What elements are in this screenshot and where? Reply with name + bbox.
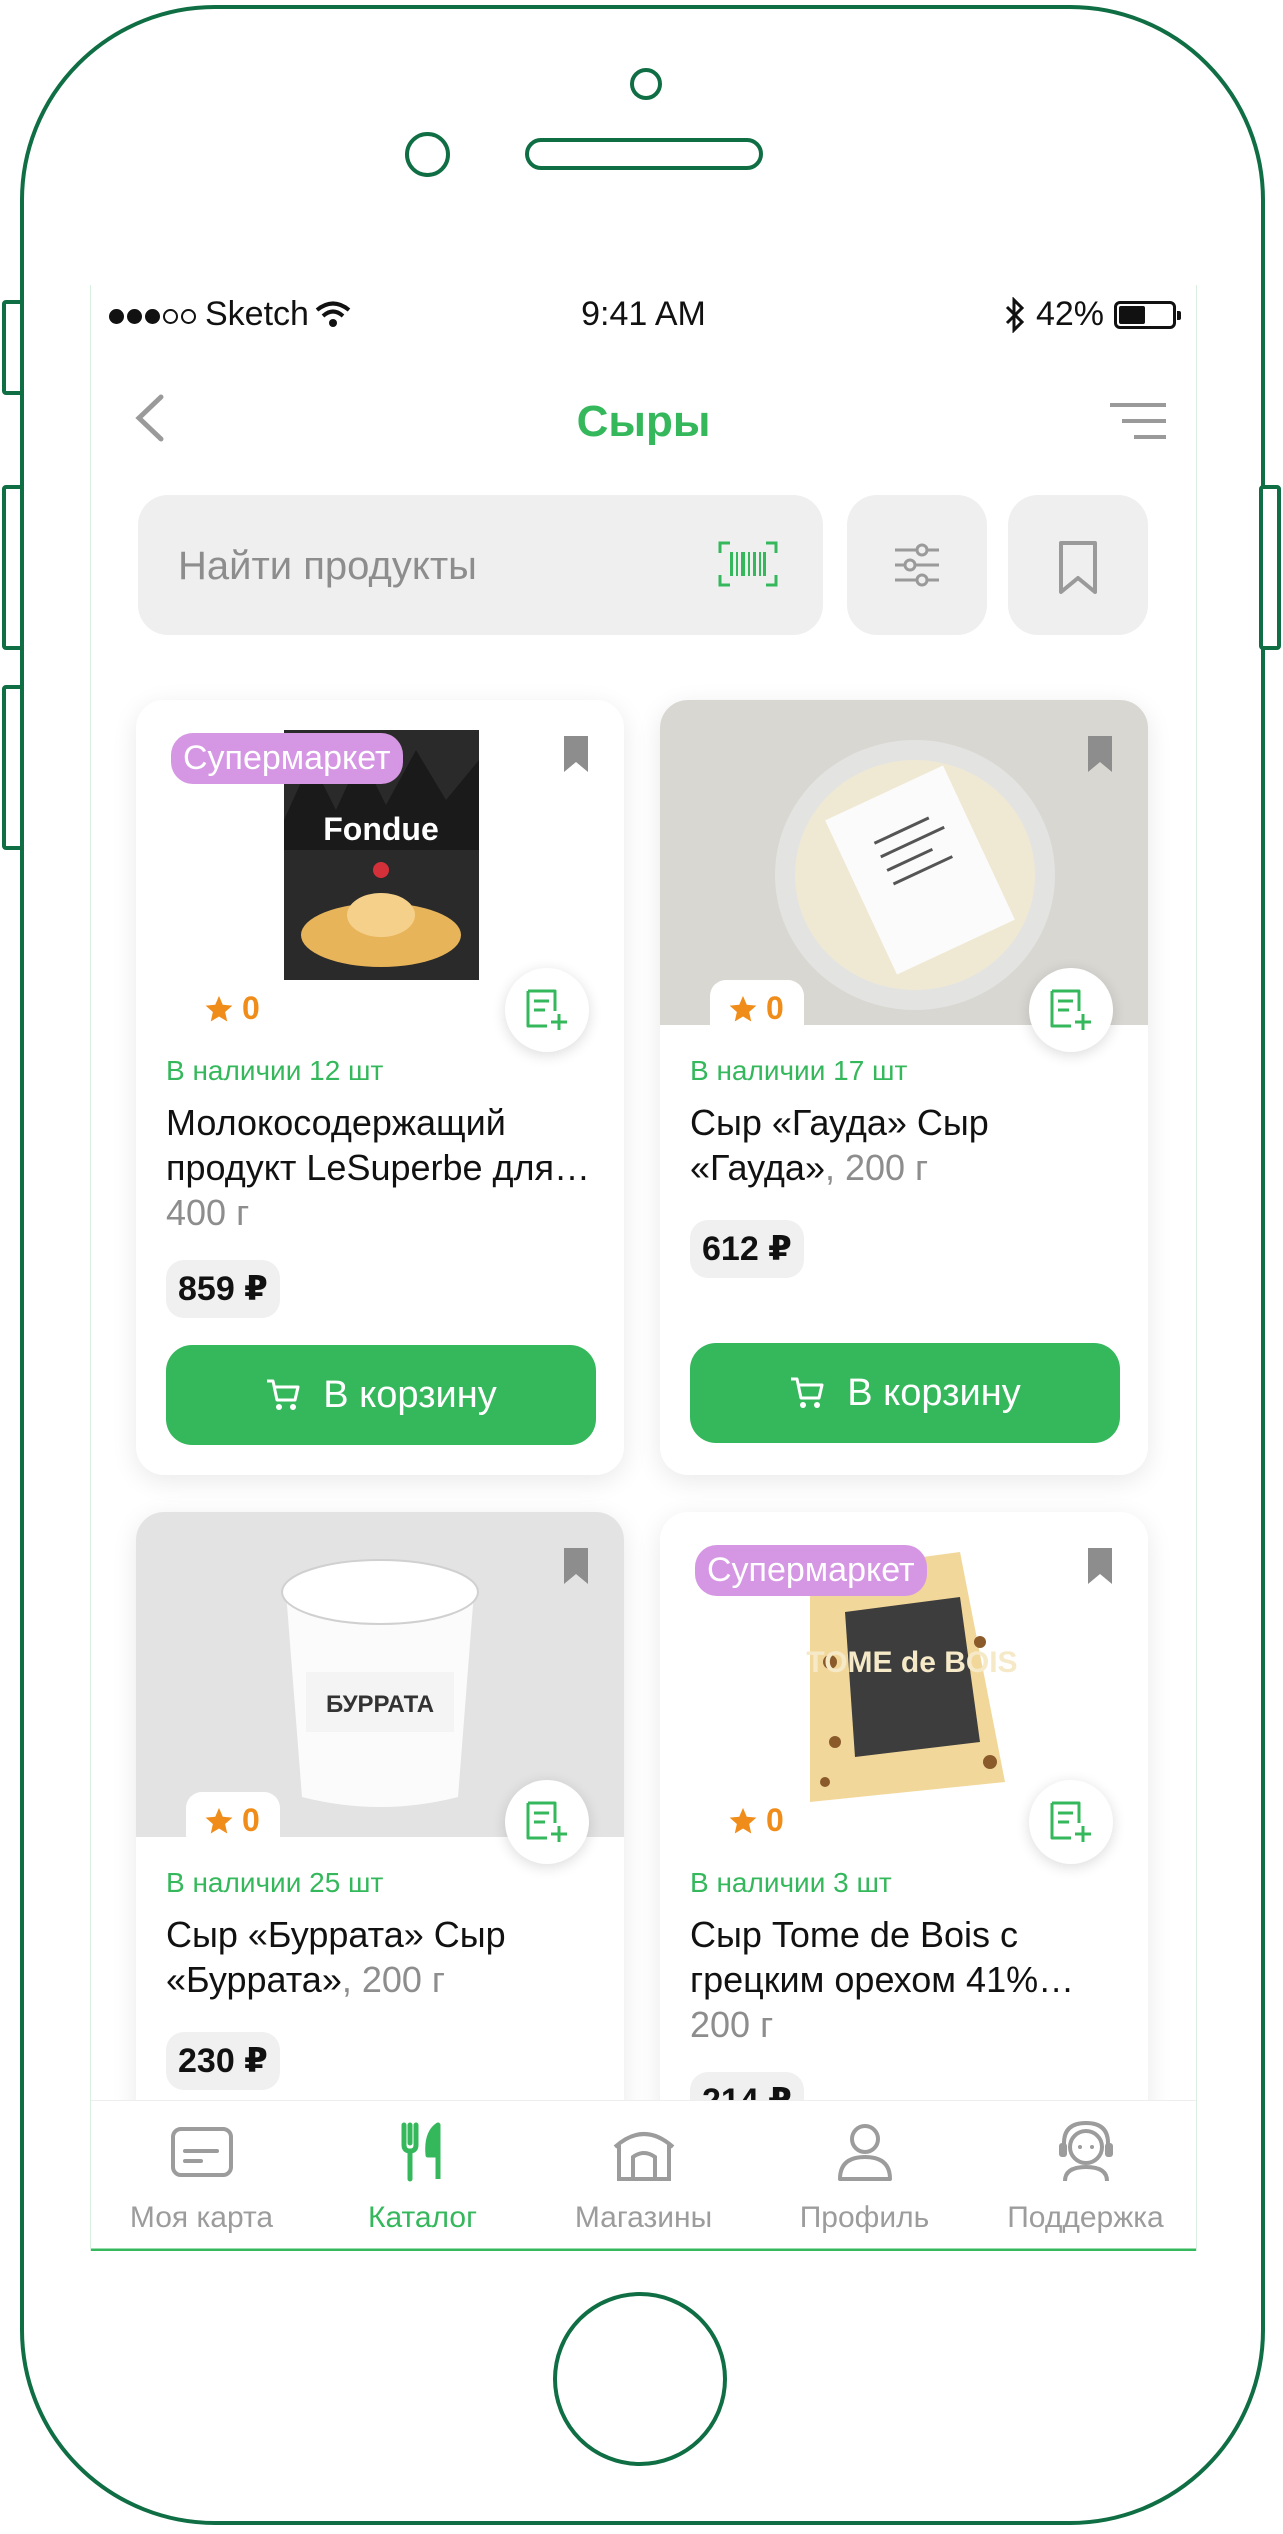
tab-label: Каталог (367, 2201, 478, 2234)
power-button (1259, 485, 1281, 650)
star-icon (205, 1807, 233, 1833)
product-card[interactable]: 0 В наличии 17 шт Сыр «Гауда» Сыр «Гауда… (660, 700, 1148, 1475)
bookmark-icon[interactable] (1087, 735, 1113, 773)
add-to-list-button[interactable] (1029, 1780, 1113, 1864)
product-price: 859 ₽ (166, 1260, 280, 1318)
bluetooth-icon (1005, 296, 1025, 333)
front-camera (630, 68, 662, 100)
add-to-list-button[interactable] (505, 1780, 589, 1864)
add-to-cart-label: В корзину (323, 1373, 497, 1416)
cart-icon (791, 1377, 824, 1408)
product-name: Сыр «Буррата» Сыр «Буррата», 200 г (166, 1912, 596, 2002)
add-to-cart-button[interactable]: В корзину (166, 1345, 596, 1445)
product-name-text: Молокосодержащий продукт LeSuperbe для… (166, 1102, 591, 1188)
tab-bar: Моя карта Каталог Магазины Профиль Подде… (91, 2100, 1196, 2251)
store-badge: Супермаркет (171, 733, 403, 784)
support-icon (1059, 2120, 1113, 2182)
mute-switch (2, 300, 24, 395)
product-weight: , 200 г (824, 1147, 929, 1188)
volume-down-button (2, 685, 24, 850)
star-icon (205, 995, 233, 1021)
star-icon (729, 1807, 757, 1833)
list-add-icon (526, 989, 567, 1030)
list-add-icon (1050, 989, 1091, 1030)
stock-status: В наличии 17 шт (690, 1055, 908, 1086)
profile-icon (838, 2124, 892, 2181)
status-bar: Sketch 9:41 AM 42% (91, 285, 1196, 345)
bookmark-icon[interactable] (1087, 1547, 1113, 1585)
fork-knife-icon (401, 2122, 441, 2182)
sort-menu-icon[interactable] (1108, 401, 1168, 443)
star-icon (729, 995, 757, 1021)
product-card[interactable]: Fondue Супермаркет 0 В наличии 12 шт Мол… (136, 700, 624, 1475)
add-to-cart-label: В корзину (847, 1371, 1021, 1414)
product-image-label: TOME de BOIS (806, 1646, 1017, 1679)
product-price: 612 ₽ (690, 1220, 804, 1278)
product-weight: , 200 г (341, 1959, 446, 2000)
rating: 0 (710, 980, 804, 1033)
rating-value: 0 (242, 1802, 260, 1838)
battery-percent: 42% (1035, 295, 1104, 333)
product-name: Сыр «Гауда» Сыр «Гауда», 200 г (690, 1100, 1120, 1190)
product-name: Молокосодержащий продукт LeSuperbe для… 4… (166, 1100, 596, 1235)
proximity-sensor (405, 132, 450, 177)
tab-my-card[interactable]: Моя карта (91, 2101, 312, 2251)
tab-label: Магазины (574, 2201, 713, 2234)
list-add-icon (526, 1801, 567, 1842)
stock-status: В наличии 12 шт (166, 1055, 384, 1086)
tab-support[interactable]: Поддержка (975, 2101, 1196, 2251)
tab-stores[interactable]: Магазины (533, 2101, 754, 2251)
product-name-text: Сыр Tome de Bois с грецким орехом 41%… (690, 1914, 1075, 2000)
product-weight: 400 г (166, 1192, 250, 1233)
rating-value: 0 (766, 1802, 784, 1838)
tab-label: Профиль (799, 2201, 930, 2234)
favorites-button[interactable] (1008, 495, 1148, 635)
card-icon (171, 2127, 233, 2177)
search-input[interactable] (176, 535, 700, 597)
earpiece-speaker (525, 138, 763, 170)
rating: 0 (186, 980, 280, 1033)
cart-icon (267, 1379, 300, 1410)
tab-catalog[interactable]: Каталог (312, 2101, 533, 2251)
product-image-label: Fondue (323, 811, 439, 847)
product-price: 230 ₽ (166, 2032, 280, 2090)
add-to-list-button[interactable] (505, 968, 589, 1052)
battery-status: 42% (1004, 295, 1181, 334)
product-image-label: БУРРАТА (326, 1691, 434, 1718)
rating-value: 0 (766, 990, 784, 1026)
home-button[interactable] (553, 2292, 727, 2466)
rating: 0 (186, 1792, 280, 1845)
list-add-icon (1050, 1801, 1091, 1842)
bookmark-icon[interactable] (563, 1547, 589, 1585)
tab-label: Поддержка (1007, 2201, 1164, 2234)
rating: 0 (710, 1792, 804, 1845)
barcode-scan-icon[interactable] (718, 541, 778, 587)
store-badge: Супермаркет (695, 1545, 927, 1596)
product-name: Сыр Tome de Bois с грецким орехом 41%… 20… (690, 1912, 1120, 2047)
search-bar (138, 495, 823, 635)
product-name-text: Сыр «Буррата» Сыр «Буррата» (166, 1914, 506, 2000)
filter-button[interactable] (847, 495, 987, 635)
app-screen: Sketch 9:41 AM 42% Сыры Найти продукты F… (90, 285, 1197, 2251)
page-title: Сыры (576, 397, 711, 446)
battery-icon (1114, 300, 1181, 329)
navigation-bar: Сыры (91, 375, 1196, 455)
product-weight: 200 г (690, 2004, 774, 2045)
tab-profile[interactable]: Профиль (754, 2101, 975, 2251)
filter-sliders-icon (895, 543, 939, 587)
rating-value: 0 (242, 990, 260, 1026)
bookmark-icon (1059, 541, 1097, 594)
add-to-list-button[interactable] (1029, 968, 1113, 1052)
volume-up-button (2, 485, 24, 650)
store-icon (613, 2132, 675, 2181)
stock-status: В наличии 3 шт (690, 1867, 892, 1898)
tab-label: Моя карта (129, 2201, 274, 2234)
add-to-cart-button[interactable]: В корзину (690, 1343, 1120, 1443)
bookmark-icon[interactable] (563, 735, 589, 773)
stock-status: В наличии 25 шт (166, 1867, 384, 1898)
home-indicator (91, 2248, 1196, 2251)
